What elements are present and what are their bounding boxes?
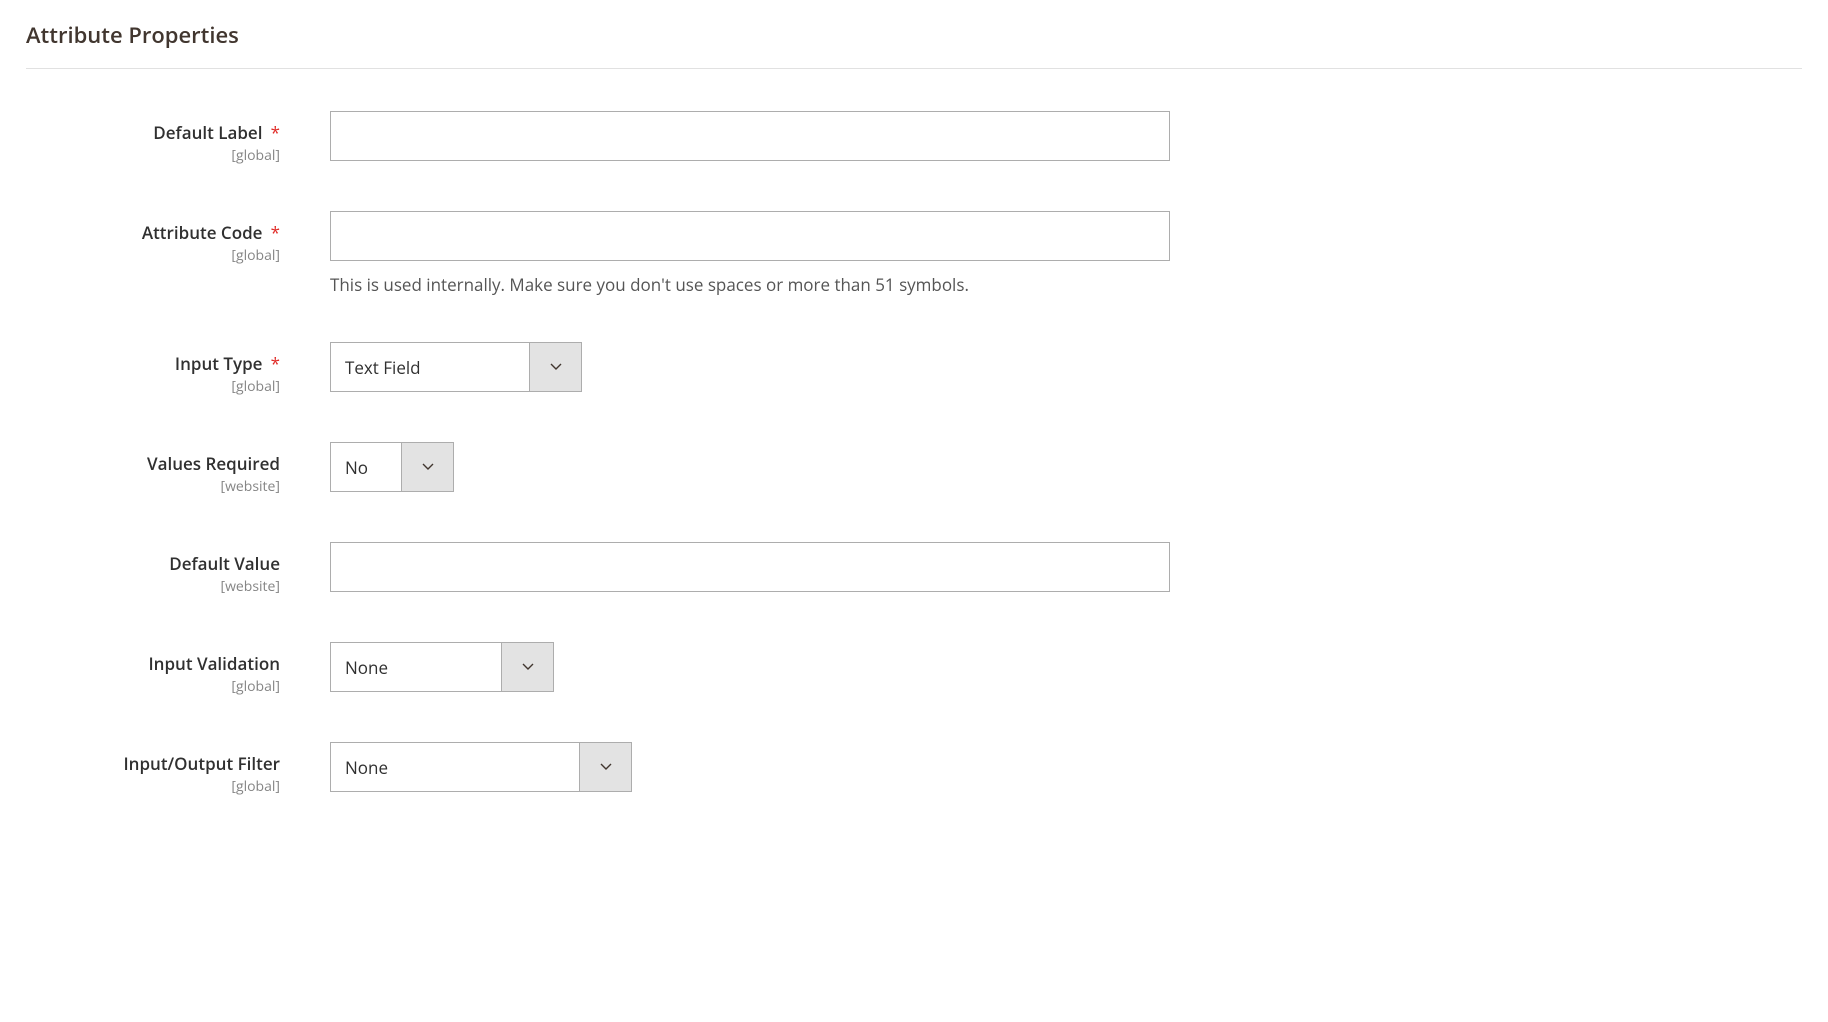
- io-filter-select[interactable]: None: [330, 742, 632, 792]
- input-type-select[interactable]: Text Field: [330, 342, 582, 392]
- chevron-down-icon: [501, 643, 553, 691]
- label-values-required: Values Required [website]: [26, 442, 294, 496]
- label-text: Input/Output Filter: [123, 752, 280, 775]
- field-default-label: Default Label * [global]: [26, 111, 1802, 165]
- label-text: Input Validation: [148, 652, 280, 675]
- label-text: Default Value: [169, 552, 280, 575]
- attribute-code-input[interactable]: [330, 211, 1170, 261]
- required-mark: *: [271, 352, 280, 375]
- field-default-value: Default Value [website]: [26, 542, 1802, 596]
- select-value: None: [331, 643, 501, 691]
- label-scope: [global]: [26, 377, 280, 396]
- field-input-validation: Input Validation [global] None: [26, 642, 1802, 696]
- attribute-code-note: This is used internally. Make sure you d…: [330, 273, 1170, 296]
- values-required-select[interactable]: No: [330, 442, 454, 492]
- label-scope: [global]: [26, 146, 280, 165]
- label-scope: [global]: [26, 777, 280, 796]
- field-input-type: Input Type * [global] Text Field: [26, 342, 1802, 396]
- field-attribute-code: Attribute Code * [global] This is used i…: [26, 211, 1802, 296]
- default-value-input[interactable]: [330, 542, 1170, 592]
- label-text: Values Required: [147, 452, 280, 475]
- chevron-down-icon: [579, 743, 631, 791]
- label-scope: [website]: [26, 477, 280, 496]
- field-io-filter: Input/Output Filter [global] None: [26, 742, 1802, 796]
- chevron-down-icon: [529, 343, 581, 391]
- chevron-down-icon: [401, 443, 453, 491]
- input-validation-select[interactable]: None: [330, 642, 554, 692]
- label-default-value: Default Value [website]: [26, 542, 294, 596]
- required-mark: *: [271, 121, 280, 144]
- select-value: No: [331, 443, 401, 491]
- label-text: Input Type: [175, 352, 263, 375]
- label-scope: [website]: [26, 577, 280, 596]
- label-scope: [global]: [26, 677, 280, 696]
- label-input-type: Input Type * [global]: [26, 342, 294, 396]
- default-label-input[interactable]: [330, 111, 1170, 161]
- select-value: None: [331, 743, 579, 791]
- label-default-label: Default Label * [global]: [26, 111, 294, 165]
- label-text: Attribute Code: [142, 221, 263, 244]
- label-input-validation: Input Validation [global]: [26, 642, 294, 696]
- label-text: Default Label: [153, 121, 262, 144]
- required-mark: *: [271, 221, 280, 244]
- label-scope: [global]: [26, 246, 280, 265]
- section-title: Attribute Properties: [26, 20, 1802, 69]
- select-value: Text Field: [331, 343, 529, 391]
- label-attribute-code: Attribute Code * [global]: [26, 211, 294, 265]
- field-values-required: Values Required [website] No: [26, 442, 1802, 496]
- label-io-filter: Input/Output Filter [global]: [26, 742, 294, 796]
